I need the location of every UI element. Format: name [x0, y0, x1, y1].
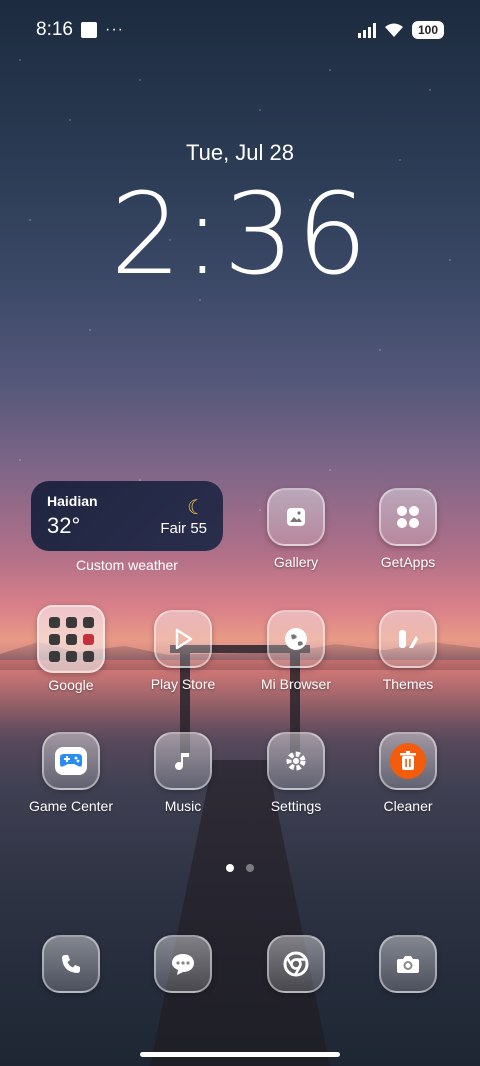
app-label: Music — [164, 798, 202, 814]
app-music[interactable]: Music — [133, 732, 233, 814]
page-indicator — [0, 864, 480, 872]
app-label: Game Center — [28, 798, 114, 814]
app-label: Gallery — [273, 554, 319, 570]
app-folder-google[interactable]: Google — [21, 605, 121, 693]
app-settings[interactable]: Settings — [246, 732, 346, 814]
play-store-icon — [154, 610, 212, 668]
moon-icon: ☾ — [187, 497, 205, 519]
weather-widget[interactable]: Haidian 32° ☾ Fair 55 — [31, 481, 223, 551]
app-label: Settings — [270, 798, 322, 814]
dock-camera[interactable] — [358, 935, 458, 993]
trash-icon — [379, 732, 437, 790]
app-themes[interactable]: Themes — [358, 610, 458, 692]
wifi-icon — [385, 23, 403, 37]
app-label: Mi Browser — [260, 676, 331, 692]
gear-icon — [267, 732, 325, 790]
status-bar: 8:16 ··· 100 — [0, 0, 480, 60]
gamepad-icon — [42, 732, 100, 790]
page-dot[interactable] — [246, 864, 254, 872]
dock-chrome[interactable] — [246, 935, 346, 993]
weather-city: Haidian — [47, 493, 98, 509]
weather-widget-label: Custom weather — [76, 557, 178, 573]
dock-messages[interactable] — [133, 935, 233, 993]
home-indicator[interactable] — [140, 1052, 340, 1057]
getapps-icon — [379, 488, 437, 546]
page-dot-active[interactable] — [226, 864, 234, 872]
gallery-icon — [267, 488, 325, 546]
app-label: Google — [48, 677, 94, 693]
status-time: 8:16 — [36, 19, 73, 40]
camera-icon — [379, 935, 437, 993]
signal-icon — [358, 22, 376, 38]
app-label: Play Store — [150, 676, 216, 692]
chrome-icon — [267, 935, 325, 993]
app-cleaner[interactable]: Cleaner — [358, 732, 458, 814]
app-label: GetApps — [380, 554, 436, 570]
app-label: Themes — [382, 676, 434, 692]
notification-icon — [80, 22, 97, 38]
globe-icon — [267, 610, 325, 668]
folder-icon — [37, 605, 105, 673]
music-note-icon — [154, 732, 212, 790]
weather-condition: Fair 55 — [160, 520, 207, 537]
more-notifications-icon: ··· — [104, 21, 124, 38]
app-label: Cleaner — [383, 798, 433, 814]
battery-icon: 100 — [412, 21, 444, 39]
dock-phone[interactable] — [21, 935, 121, 993]
lock-clock: 2:36 — [110, 170, 370, 300]
lock-date: Tue, Jul 28 — [185, 140, 295, 165]
phone-icon — [42, 935, 100, 993]
app-gallery[interactable]: Gallery — [246, 488, 346, 570]
app-game-center[interactable]: Game Center — [21, 732, 121, 814]
app-play-store[interactable]: Play Store — [133, 610, 233, 692]
themes-icon — [379, 610, 437, 668]
messages-icon — [154, 935, 212, 993]
app-mi-browser[interactable]: Mi Browser — [246, 610, 346, 692]
app-getapps[interactable]: GetApps — [358, 488, 458, 570]
